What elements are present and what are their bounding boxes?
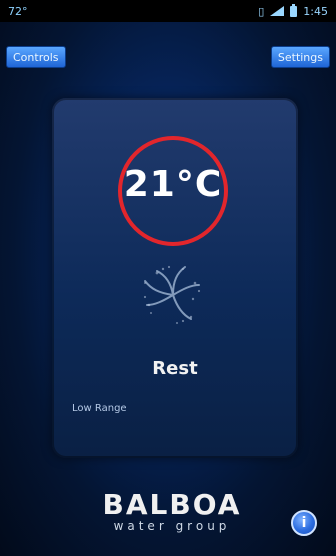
info-icon[interactable]: i xyxy=(291,510,317,536)
settings-button[interactable]: Settings xyxy=(270,46,330,68)
temperature-display: 21°C xyxy=(123,164,223,205)
range-label: Low Range xyxy=(72,403,127,414)
signal-icon xyxy=(270,6,285,16)
brand-subtitle: water group xyxy=(113,519,231,533)
controls-button[interactable]: Controls xyxy=(6,46,66,68)
battery-icon xyxy=(290,3,298,17)
status-bar: 72° ▯ 1:45 xyxy=(0,0,336,22)
mode-label: Rest xyxy=(152,358,198,379)
status-left-text: 72° xyxy=(8,4,28,18)
status-time: 1:45 xyxy=(303,4,328,18)
fan-icon xyxy=(143,265,201,324)
brand-logo: BALBOA water group xyxy=(92,488,252,533)
brand-name: BALBOA xyxy=(102,488,242,521)
phone-icon: ▯ xyxy=(258,4,265,18)
top-bar: Controls Settings xyxy=(0,46,336,68)
status-icons: ▯ 1:45 xyxy=(258,3,328,18)
